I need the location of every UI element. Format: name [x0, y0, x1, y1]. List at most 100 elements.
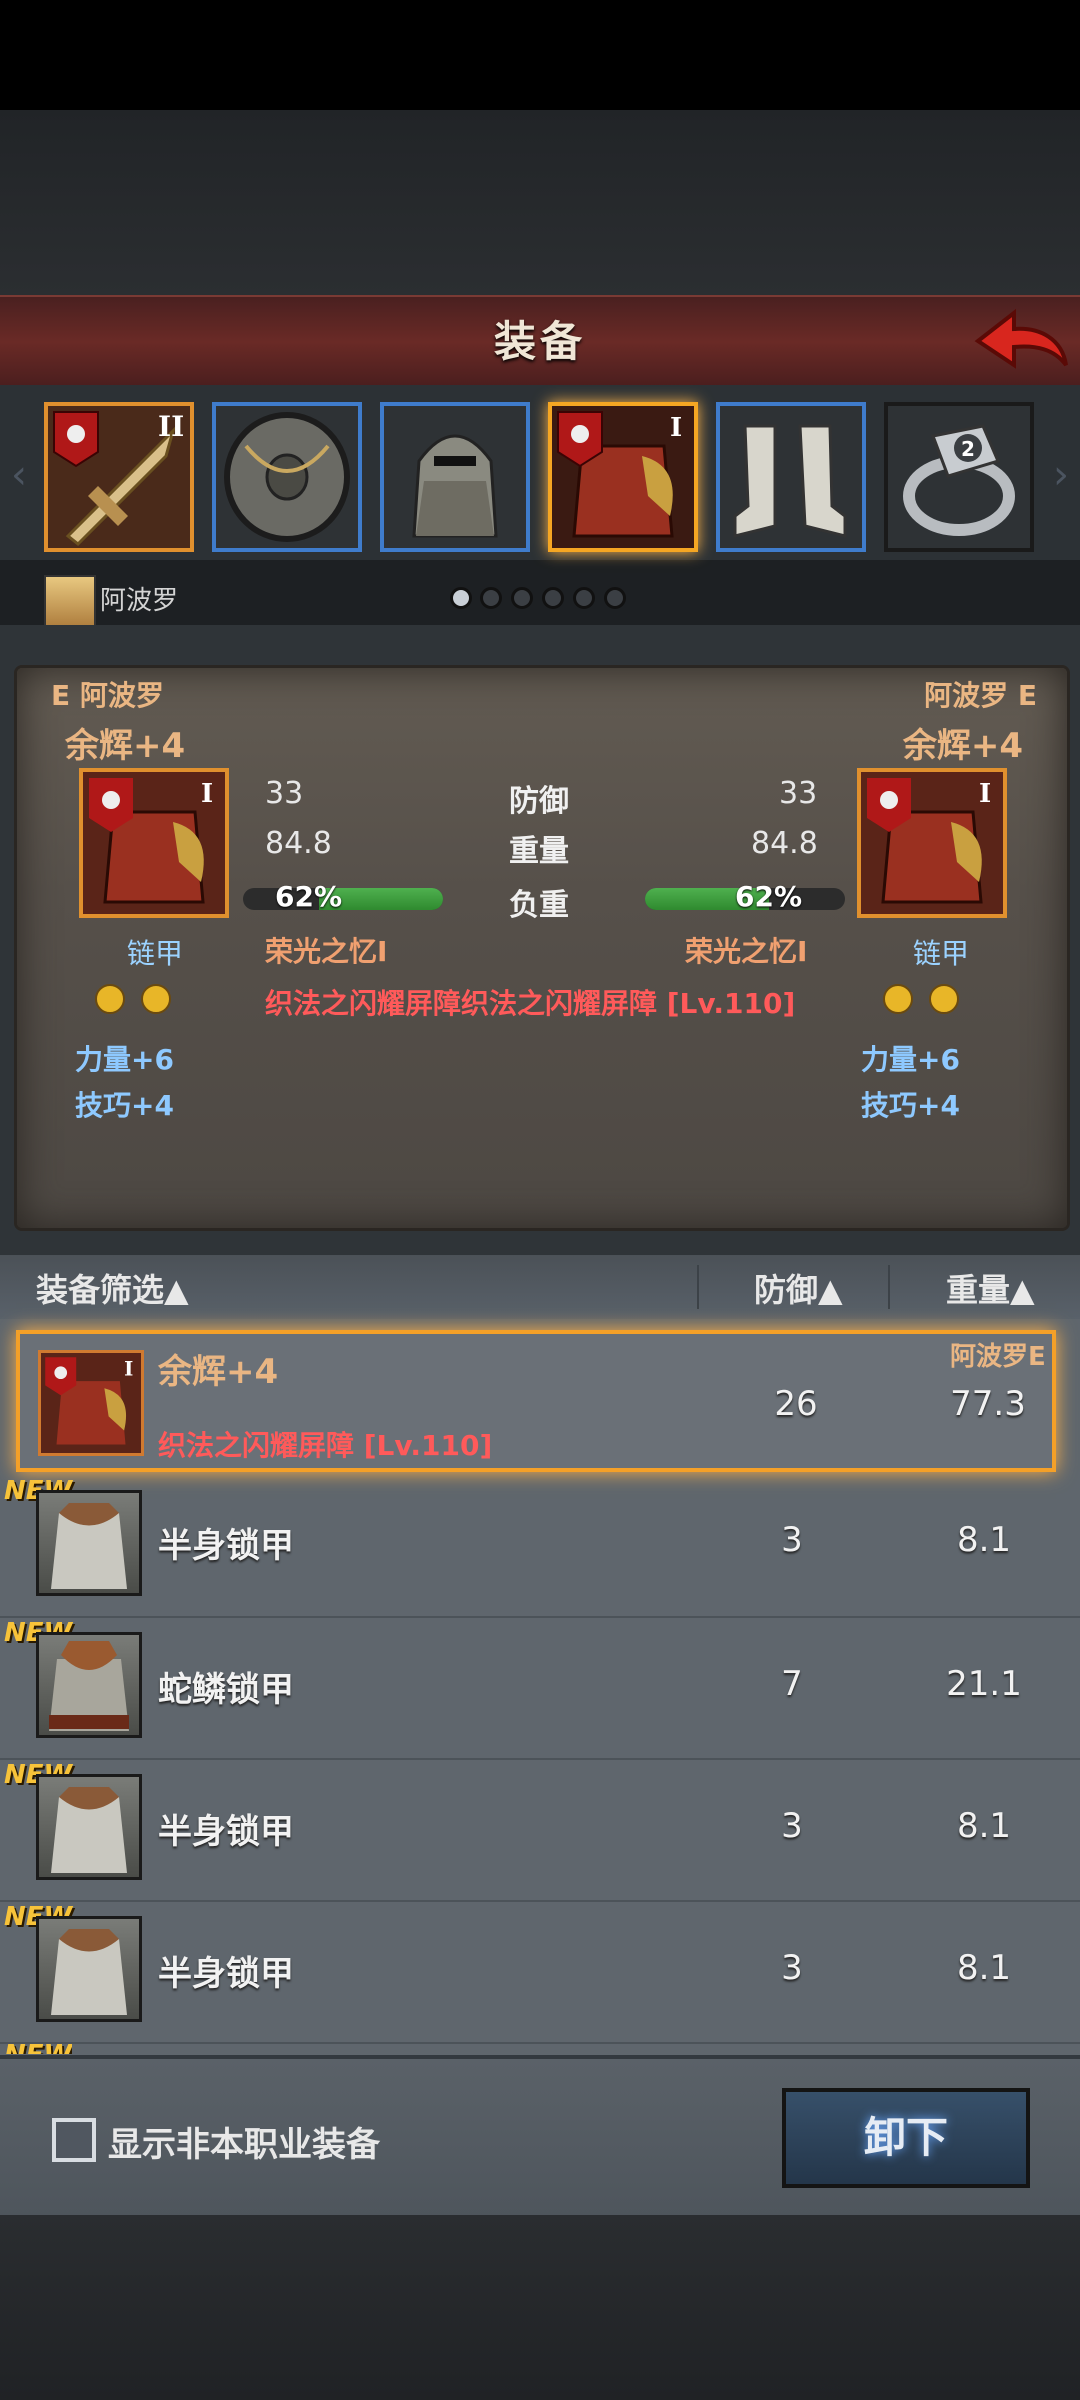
right-dexterity: 技巧+4: [861, 1089, 960, 1122]
item-row[interactable]: NEW 半身锁甲 3 8.1: [0, 1902, 1080, 2044]
top-background: [0, 110, 1080, 295]
item-name: 半身锁甲: [158, 1526, 294, 1566]
item-weight: 77.3: [950, 1384, 1026, 1424]
left-strength: 力量+6: [75, 1043, 174, 1076]
character-name: 阿波罗: [100, 586, 179, 616]
unequip-button[interactable]: 卸下: [782, 2088, 1030, 2188]
weight-sort-button[interactable]: 重量▲: [946, 1265, 1035, 1311]
right-strength: 力量+6: [861, 1043, 960, 1076]
back-arrow-icon: [974, 308, 1068, 369]
bottom-background: [0, 2215, 1080, 2400]
slot-helmet[interactable]: [380, 402, 530, 552]
page-dot-5[interactable]: [573, 587, 595, 609]
chainmail-icon: [36, 1774, 142, 1880]
header-divider: [888, 1265, 890, 1309]
slot-ring[interactable]: 2: [884, 402, 1034, 552]
item-defense: 7: [781, 1664, 803, 1704]
gem-slot-icon: [141, 984, 171, 1014]
right-armor-type: 链甲: [913, 937, 970, 970]
item-name: 半身锁甲: [158, 1812, 294, 1852]
gem-slot-icon: [929, 984, 959, 1014]
left-load-value: 62%: [275, 880, 343, 913]
filter-sort-button[interactable]: 装备筛选▲: [36, 1265, 189, 1311]
item-defense: 3: [781, 1948, 803, 1988]
sword-icon: II: [48, 406, 190, 548]
right-set-name: 荣光之忆I: [685, 935, 808, 968]
item-row-selected[interactable]: I 余辉+4 织法之闪耀屏障 [Lv.110] 阿波罗E 26 77.3: [16, 1330, 1056, 1472]
row-divider: [0, 2042, 1080, 2044]
right-weight: 84.8: [751, 826, 818, 861]
scroll-right-icon[interactable]: ›: [1046, 440, 1076, 510]
right-load-value: 62%: [735, 880, 803, 913]
item-weight: 8.1: [956, 1520, 1012, 1560]
svg-text:I: I: [124, 1357, 133, 1381]
left-defense: 33: [265, 776, 304, 811]
defense-label: 防御: [509, 784, 569, 819]
item-owner: 阿波罗E: [950, 1342, 1046, 1372]
svg-text:I: I: [979, 779, 991, 809]
new-badge-partial: NEW: [4, 2040, 72, 2054]
left-load-bar: [243, 888, 443, 910]
right-owner: 阿波罗 E: [924, 679, 1037, 712]
slot-shield[interactable]: [212, 402, 362, 552]
chain-armor-icon: I: [38, 1350, 144, 1456]
scroll-left-icon[interactable]: ‹: [4, 440, 34, 510]
right-defense: 33: [779, 776, 818, 811]
slot-weapon-badge: II: [158, 410, 184, 443]
item-name: 余辉+4: [158, 1352, 279, 1392]
page-dot-3[interactable]: [511, 587, 533, 609]
defense-sort-button[interactable]: 防御▲: [754, 1265, 843, 1311]
item-defense: 3: [781, 1806, 803, 1846]
item-row[interactable]: NEW 蛇鳞锁甲 7 21.1: [0, 1618, 1080, 1760]
helmet-icon: [384, 406, 526, 548]
item-name: 半身锁甲: [158, 1954, 294, 1994]
item-row[interactable]: NEW 半身锁甲 3 8.1: [0, 1760, 1080, 1902]
chainmail-icon: [36, 1632, 142, 1738]
item-weight: 8.1: [956, 1948, 1012, 1988]
page-dot-6[interactable]: [604, 587, 626, 609]
load-label: 负重: [509, 888, 569, 923]
left-owner: E 阿波罗: [51, 679, 164, 712]
gem-slot-icon: [883, 984, 913, 1014]
chainmail-icon: [36, 1916, 142, 2022]
slot-weapon[interactable]: II: [44, 402, 194, 552]
show-other-class-label[interactable]: 显示非本职业装备: [108, 2117, 380, 2166]
left-set-name: 荣光之忆I: [265, 935, 388, 968]
right-armor-icon: I: [857, 768, 1007, 918]
gem-slot-icon: [95, 984, 125, 1014]
armor-icon: I: [552, 406, 694, 548]
weight-label: 重量: [509, 834, 569, 869]
slot-armor-badge: I: [670, 413, 682, 443]
character-avatar[interactable]: [44, 575, 96, 627]
ring-badge: 2: [961, 437, 975, 461]
item-weight: 21.1: [946, 1664, 1022, 1704]
left-armor-type: 链甲: [127, 937, 184, 970]
header-bar: 装备: [0, 295, 1080, 390]
slot-armor[interactable]: I: [548, 402, 698, 552]
left-armor-icon: I: [79, 768, 229, 918]
item-weight: 8.1: [956, 1806, 1012, 1846]
show-other-class-checkbox[interactable]: [52, 2118, 96, 2162]
page-dot-2[interactable]: [480, 587, 502, 609]
left-dexterity: 技巧+4: [75, 1089, 174, 1122]
chainmail-icon: [36, 1490, 142, 1596]
status-bar-area: [0, 0, 1080, 110]
ring-icon: 2: [888, 406, 1030, 548]
compare-panel: E 阿波罗 阿波罗 E 余辉+4 余辉+4 I I 33 防御 33 84.8 …: [14, 665, 1070, 1231]
page-dot-4[interactable]: [542, 587, 564, 609]
item-defense: 26: [774, 1384, 818, 1424]
right-item-title: 余辉+4: [902, 726, 1023, 766]
svg-text:I: I: [201, 779, 213, 809]
left-weight: 84.8: [265, 826, 332, 861]
header-divider: [697, 1265, 699, 1309]
page-dot-1[interactable]: [450, 587, 472, 609]
item-row[interactable]: NEW 半身锁甲 3 8.1: [0, 1474, 1080, 1616]
item-skill: 织法之闪耀屏障 [Lv.110]: [158, 1429, 493, 1462]
back-button[interactable]: [970, 305, 1070, 379]
item-name: 蛇鳞锁甲: [158, 1670, 294, 1710]
left-item-title: 余辉+4: [65, 726, 186, 766]
shield-icon: [216, 406, 358, 548]
slot-boots[interactable]: [716, 402, 866, 552]
item-defense: 3: [781, 1520, 803, 1560]
page-title: 装备: [493, 317, 586, 366]
